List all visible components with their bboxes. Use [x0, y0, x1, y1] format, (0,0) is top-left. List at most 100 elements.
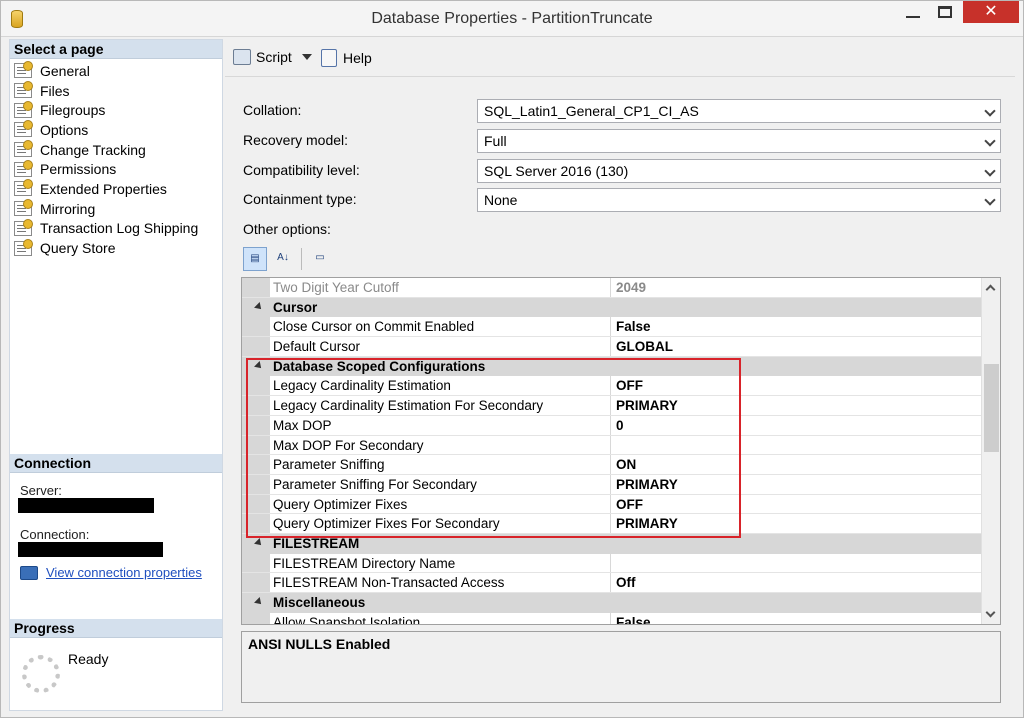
grid-property-row[interactable]: Allow Snapshot Isolation False	[242, 612, 982, 624]
property-value[interactable]: 2049	[616, 280, 646, 295]
property-value[interactable]: OFF	[616, 497, 643, 512]
title-bar: Database Properties - PartitionTruncate …	[1, 1, 1023, 37]
column-separator	[610, 278, 611, 297]
grid-property-row[interactable]: Max DOP 0	[242, 415, 982, 436]
property-value[interactable]: OFF	[616, 378, 643, 393]
property-page-icon	[14, 159, 33, 177]
column-separator	[610, 455, 611, 474]
property-value[interactable]: False	[616, 615, 651, 624]
page-item-label: Files	[40, 82, 70, 99]
connection-header: Connection	[10, 454, 222, 473]
property-description: ANSI NULLS Enabled	[241, 631, 1001, 703]
collation-select[interactable]: SQL_Latin1_General_CP1_CI_AS	[477, 99, 1001, 123]
grid-scrollbar[interactable]	[981, 278, 1000, 624]
property-name: FILESTREAM Directory Name	[273, 555, 456, 571]
collapse-icon[interactable]	[254, 301, 264, 312]
grid-property-row[interactable]: Parameter Sniffing ON	[242, 455, 982, 475]
categorized-view-icon[interactable]: ▤	[243, 247, 267, 271]
grid-property-row[interactable]: Legacy Cardinality Estimation For Second…	[242, 396, 982, 416]
property-page-icon	[14, 120, 33, 138]
scroll-thumb[interactable]	[984, 364, 999, 452]
page-item-options[interactable]: Options	[14, 120, 222, 140]
grid-property-row[interactable]: Two Digit Year Cutoff 2049	[242, 278, 982, 298]
collapse-icon[interactable]	[254, 597, 264, 607]
grid-property-row[interactable]: Legacy Cardinality Estimation OFF	[242, 376, 982, 397]
property-name: Max DOP For Secondary	[273, 437, 424, 453]
property-page-icon	[14, 218, 33, 236]
property-page-icon	[14, 100, 33, 118]
property-name: Default Cursor	[273, 339, 361, 355]
chevron-down-icon[interactable]	[301, 54, 312, 60]
collapse-icon[interactable]	[254, 360, 264, 371]
property-name: Parameter Sniffing	[273, 457, 385, 473]
close-button[interactable]: ✕	[963, 1, 1019, 23]
property-name: Parameter Sniffing For Secondary	[273, 476, 477, 492]
minimize-button[interactable]	[906, 16, 920, 18]
grid-property-row[interactable]: Query Optimizer Fixes OFF	[242, 494, 982, 515]
page-item-change-tracking[interactable]: Change Tracking	[14, 140, 222, 160]
property-value[interactable]: PRIMARY	[616, 477, 678, 492]
description-title: ANSI NULLS Enabled	[248, 636, 391, 652]
category-name: FILESTREAM	[273, 535, 360, 551]
page-item-transaction-log-shipping[interactable]: Transaction Log Shipping	[14, 218, 222, 239]
property-value[interactable]: 0	[616, 418, 624, 433]
grid-property-row[interactable]: Max DOP For Secondary	[242, 435, 982, 456]
sort-alphabetical-icon[interactable]: A↓	[271, 247, 295, 271]
property-value[interactable]: PRIMARY	[616, 398, 678, 413]
scroll-up-icon[interactable]	[985, 284, 996, 295]
property-value[interactable]: Off	[616, 575, 636, 590]
page-item-permissions[interactable]: Permissions	[14, 159, 222, 179]
grid-property-row[interactable]: FILESTREAM Non-Transacted Access Off	[242, 573, 982, 593]
help-label: Help	[343, 50, 372, 66]
property-value[interactable]: False	[616, 319, 651, 334]
property-value[interactable]: ON	[616, 457, 636, 472]
toolbar-separator	[301, 248, 302, 270]
page-item-label: General	[40, 62, 90, 79]
grid-property-row[interactable]: FILESTREAM Directory Name	[242, 553, 982, 574]
toolbar: Script Help	[225, 39, 1015, 77]
recovery-model-select[interactable]: Full	[477, 129, 1001, 153]
column-separator	[610, 494, 611, 514]
page-item-files[interactable]: Files	[14, 81, 222, 101]
page-item-mirroring[interactable]: Mirroring	[14, 199, 222, 219]
left-panel: Select a page General Files Filegroups Opti…	[9, 39, 223, 711]
column-separator	[610, 337, 611, 356]
collapse-icon[interactable]	[254, 537, 264, 548]
column-separator	[610, 514, 611, 533]
grid-property-row[interactable]: Default Cursor GLOBAL	[242, 337, 982, 357]
property-pages-icon[interactable]: ▭	[308, 247, 332, 271]
collation-row: Collation: SQL_Latin1_General_CP1_CI_AS	[243, 99, 1003, 123]
scroll-down-icon[interactable]	[985, 607, 996, 618]
script-button[interactable]: Script	[233, 49, 312, 65]
view-connection-properties[interactable]: View connection properties	[20, 565, 222, 580]
property-page-icon	[14, 61, 33, 79]
script-icon	[233, 49, 251, 65]
window-title: Database Properties - PartitionTruncate	[371, 10, 653, 27]
grid-property-row[interactable]: Close Cursor on Commit Enabled False	[242, 317, 982, 338]
property-value[interactable]: GLOBAL	[616, 339, 673, 354]
grid-category[interactable]: Cursor	[242, 297, 982, 318]
select-page-header: Select a page	[10, 40, 222, 59]
connection-value-redacted	[18, 542, 163, 557]
maximize-button[interactable]	[938, 6, 952, 18]
recovery-model-row: Recovery model: Full	[243, 129, 1003, 153]
view-connection-link[interactable]: View connection properties	[46, 565, 202, 580]
property-value[interactable]: PRIMARY	[616, 516, 678, 531]
grid-property-row[interactable]: Query Optimizer Fixes For Secondary PRIMA…	[242, 514, 982, 534]
grid-category[interactable]: Database Scoped Configurations	[242, 356, 982, 377]
column-separator	[610, 573, 611, 592]
compatibility-level-select[interactable]: SQL Server 2016 (130)	[477, 159, 1001, 183]
page-item-query-store[interactable]: Query Store	[14, 238, 222, 258]
grid-category[interactable]: Miscellaneous	[242, 593, 982, 613]
grid-property-row[interactable]: Parameter Sniffing For Secondary PRIMARY	[242, 474, 982, 495]
help-button[interactable]: Help	[321, 49, 372, 67]
property-grid: Two Digit Year Cutoff 2049 Cursor Close Cur…	[241, 277, 1001, 625]
connection-section: Connection Server: Connection: View conn…	[10, 454, 222, 580]
grid-category[interactable]: FILESTREAM	[242, 533, 982, 554]
page-item-general[interactable]: General	[14, 61, 222, 81]
property-grid-toolbar: ▤ A↓ ▭	[243, 247, 336, 273]
containment-type-select[interactable]: None	[477, 188, 1001, 212]
page-item-filegroups[interactable]: Filegroups	[14, 100, 222, 120]
property-name: FILESTREAM Non-Transacted Access	[273, 575, 505, 591]
page-item-extended-properties[interactable]: Extended Properties	[14, 179, 222, 199]
